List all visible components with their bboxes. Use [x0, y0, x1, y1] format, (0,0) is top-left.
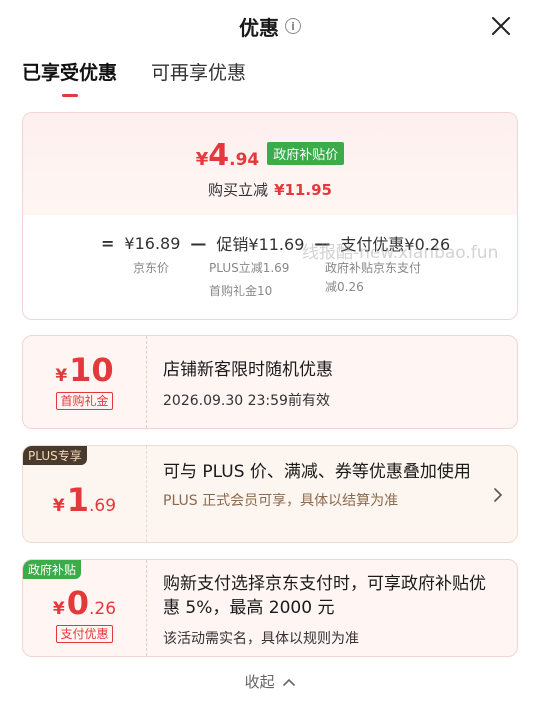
gov-subsidy-corner-tag: 政府补贴: [23, 560, 82, 579]
coupon-title: 可与 PLUS 价、满减、券等优惠叠加使用: [163, 462, 471, 482]
equals-sign: =: [101, 233, 115, 253]
price-summary-card: ¥ 4 .94 政府补贴价 购买立减 ¥11.95 = ¥16.89 — 促销¥1…: [22, 112, 518, 320]
chevron-up-icon: [283, 678, 296, 686]
base-price-label: 京东价: [133, 261, 170, 275]
coupon-title: 购新支付选择京东支付时，可享政府补贴优惠 5%，最高 2000 元: [163, 574, 486, 618]
coupon-info: 购新支付选择京东支付时，可享政府补贴优惠 5%，最高 2000 元 该活动需实名…: [147, 560, 517, 656]
coupon-card-gov-subsidy[interactable]: 政府补贴 ¥ 0 .26 支付优惠 购新支付选择京东支付时，可享政府补贴优惠 5…: [22, 559, 518, 657]
page-title: 优惠: [239, 15, 279, 40]
instant-amount: ¥11.95: [274, 181, 332, 199]
coupon-tag: 支付优惠: [56, 625, 113, 643]
coupon-note: PLUS 正式会员可享，具体以结算为准: [163, 493, 399, 509]
pay-breakdown: 政府补贴京东支付 减0.26: [325, 261, 422, 294]
coupon-info: 可与 PLUS 价、满减、券等优惠叠加使用 PLUS 正式会员可享，具体以结算为…: [147, 446, 517, 542]
collapse-label: 收起: [244, 673, 275, 691]
tab-more[interactable]: 可再享优惠: [151, 58, 246, 97]
coupon-amount-area: 政府补贴 ¥ 0 .26 支付优惠: [23, 560, 147, 656]
coupon-amount: ¥ 10: [55, 351, 114, 389]
coupon-amount: ¥ 0 .26: [52, 584, 117, 622]
promo-breakdown: PLUS立减1.69 首购礼金10: [209, 261, 290, 298]
coupon-info: 店铺新客限时随机优惠 2026.09.30 23:59前有效: [147, 336, 517, 428]
promo-amount: 促销¥11.69: [216, 235, 305, 254]
price-formula: = ¥16.89 — 促销¥11.69 — 支付优惠¥0.26: [101, 231, 517, 255]
base-price: ¥16.89: [124, 233, 181, 253]
coupon-expiry: 2026.09.30 23:59前有效: [163, 393, 330, 409]
info-icon[interactable]: i: [285, 18, 301, 34]
price-decimal: .94: [229, 150, 260, 170]
coupon-card-new-customer[interactable]: ¥ 10 首购礼金 店铺新客限时随机优惠 2026.09.30 23:59前有效: [22, 335, 518, 429]
header: 优惠 i: [0, 0, 540, 52]
close-icon[interactable]: [490, 15, 512, 37]
final-price: ¥ 4 .94 政府补贴价: [196, 141, 345, 171]
instant-label: 购买立减: [208, 181, 269, 199]
chevron-right-icon[interactable]: [493, 488, 503, 502]
tab-bar: 已享受优惠 可再享优惠: [22, 58, 246, 97]
coupon-amount: ¥ 1 .69: [52, 481, 117, 519]
price-integer: 4: [208, 138, 230, 173]
gov-subsidy-tag: 政府补贴价: [267, 141, 345, 165]
collapse-button[interactable]: 收起: [0, 671, 540, 692]
coupon-note: 该活动需实名，具体以规则为准: [163, 631, 359, 647]
tab-enjoyed[interactable]: 已享受优惠: [22, 58, 117, 97]
minus-sign: —: [190, 233, 207, 253]
coupon-amount-area: ¥ 10 首购礼金: [23, 336, 147, 428]
pay-discount: 支付优惠¥0.26: [340, 235, 451, 254]
price-symbol: ¥: [195, 149, 209, 170]
final-price-section: ¥ 4 .94 政府补贴价 购买立减 ¥11.95: [23, 113, 517, 215]
minus-sign: —: [314, 233, 331, 253]
coupon-title: 店铺新客限时随机优惠: [163, 360, 333, 380]
instant-discount: 购买立减 ¥11.95: [208, 179, 332, 200]
coupon-tag: 首购礼金: [56, 392, 113, 410]
plus-exclusive-tag: PLUS专享: [23, 446, 87, 465]
coupon-card-plus[interactable]: PLUS专享 ¥ 1 .69 可与 PLUS 价、满减、券等优惠叠加使用 PLU…: [22, 445, 518, 543]
coupon-amount-area: PLUS专享 ¥ 1 .69: [23, 446, 147, 542]
